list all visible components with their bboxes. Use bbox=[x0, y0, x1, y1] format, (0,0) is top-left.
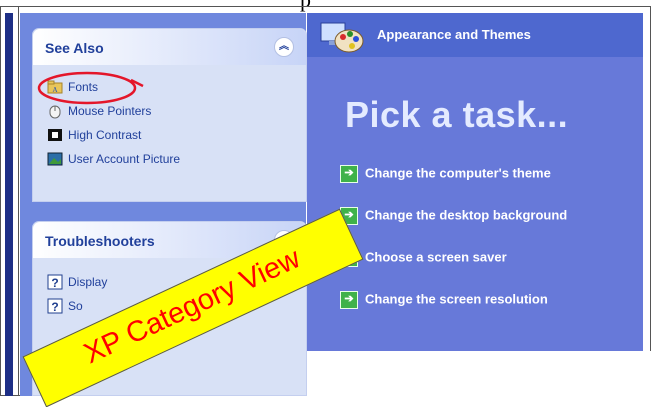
task-change-theme[interactable]: ➔ Change the computer's theme bbox=[340, 162, 551, 184]
category-title: Appearance and Themes bbox=[377, 27, 531, 42]
troubleshooters-title: Troubleshooters bbox=[45, 233, 155, 249]
help-icon: ? bbox=[47, 274, 63, 290]
category-header: Appearance and Themes bbox=[307, 13, 643, 57]
task-change-desktop-background[interactable]: ➔ Change the desktop background bbox=[340, 204, 567, 226]
help-icon: ? bbox=[47, 298, 63, 314]
mouse-pointer-icon bbox=[47, 103, 63, 119]
collapse-chevron-icon[interactable]: ︽ bbox=[274, 37, 294, 57]
pick-a-task-heading: Pick a task... bbox=[345, 94, 569, 135]
troubleshooter-item-sound[interactable]: ? So bbox=[47, 295, 83, 315]
see-also-item-user-account-picture[interactable]: User Account Picture bbox=[47, 148, 180, 168]
task-label: Choose a screen saver bbox=[365, 249, 507, 265]
task-choose-screen-saver[interactable]: ➔Choose a screen saver bbox=[340, 246, 507, 268]
frame-line-inner bbox=[18, 6, 19, 396]
see-also-panel: See Also ︽ A Fonts Mouse Pointers High C… bbox=[32, 28, 307, 202]
user-picture-icon bbox=[47, 151, 63, 167]
high-contrast-icon bbox=[47, 127, 63, 143]
see-also-title: See Also bbox=[45, 40, 104, 56]
troubleshooter-item-label: So bbox=[68, 298, 83, 313]
category-content: Appearance and Themes Pick a task... ➔ Ch… bbox=[307, 13, 643, 351]
task-label: Change the screen resolution bbox=[365, 291, 548, 307]
appearance-themes-icon bbox=[319, 19, 365, 60]
task-label: Change the desktop background bbox=[365, 207, 568, 223]
task-change-screen-resolution[interactable]: ➔ Change the screen resolution bbox=[340, 288, 548, 310]
see-also-header[interactable]: See Also ︽ bbox=[33, 29, 306, 65]
see-also-item-label: Mouse Pointers bbox=[68, 103, 152, 118]
window-edge bbox=[5, 13, 13, 396]
blank-area bbox=[307, 351, 651, 396]
frame-line-left bbox=[0, 6, 1, 396]
svg-text:?: ? bbox=[51, 276, 58, 290]
svg-text:?: ? bbox=[51, 300, 58, 314]
task-label: Change the computer's theme bbox=[365, 165, 551, 181]
see-also-item-label: User Account Picture bbox=[68, 151, 181, 166]
see-also-item-label: High Contrast bbox=[68, 127, 142, 142]
troubleshooter-item-display[interactable]: ? Display bbox=[47, 271, 107, 291]
see-also-item-high-contrast[interactable]: High Contrast bbox=[47, 124, 141, 144]
troubleshooter-item-label: Display bbox=[68, 274, 108, 289]
see-also-item-mouse-pointers[interactable]: Mouse Pointers bbox=[47, 100, 151, 120]
green-arrow-icon: ➔ bbox=[340, 164, 358, 183]
green-arrow-icon: ➔ bbox=[340, 290, 358, 309]
